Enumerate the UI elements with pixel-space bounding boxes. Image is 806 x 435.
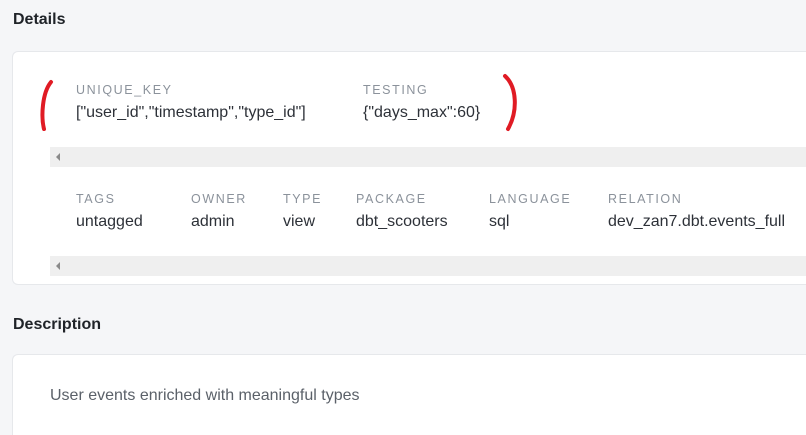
scroll-left-arrow-icon[interactable] — [56, 262, 60, 270]
field-value: dev_zan7.dbt.events_full — [608, 213, 786, 230]
field-label: PACKAGE — [356, 192, 427, 206]
scroll-left-arrow-icon[interactable] — [56, 153, 60, 161]
details-section-title: Details — [13, 11, 66, 28]
description-section-title: Description — [13, 316, 102, 333]
description-text: User events enriched with meaningful typ… — [50, 387, 360, 404]
config-field-testing: TESTING {"days_max":60} — [363, 83, 480, 122]
model-page: Details UNIQUE_KEY ["user_id","timestamp… — [0, 0, 806, 435]
field-value: ["user_id","timestamp","type_id"] — [76, 104, 306, 121]
right-bracket-annotation-icon — [503, 74, 517, 131]
field-label: TYPE — [283, 192, 323, 206]
meta-field-language: LANGUAGE sql — [489, 192, 571, 231]
meta-field-relation: RELATION dev_zan7.dbt.events_full — [608, 192, 785, 231]
field-label: TESTING — [363, 83, 429, 97]
description-panel: User events enriched with meaningful typ… — [12, 354, 806, 435]
field-label: OWNER — [191, 192, 247, 206]
meta-field-type: TYPE view — [283, 192, 322, 231]
field-label: TAGS — [76, 192, 116, 206]
horizontal-scrollbar[interactable] — [50, 256, 806, 276]
field-value: view — [283, 213, 316, 230]
field-value: {"days_max":60} — [363, 104, 481, 121]
left-bracket-annotation-icon — [40, 80, 53, 131]
field-value: sql — [489, 213, 510, 230]
horizontal-scrollbar[interactable] — [50, 147, 806, 167]
meta-field-tags: TAGS untagged — [76, 192, 143, 231]
field-value: admin — [191, 213, 235, 230]
meta-field-owner: OWNER admin — [191, 192, 247, 231]
field-label: LANGUAGE — [489, 192, 572, 206]
field-label: RELATION — [608, 192, 683, 206]
details-panel: UNIQUE_KEY ["user_id","timestamp","type_… — [12, 51, 806, 285]
field-label: UNIQUE_KEY — [76, 83, 173, 97]
config-field-unique-key: UNIQUE_KEY ["user_id","timestamp","type_… — [76, 83, 306, 122]
field-value: dbt_scooters — [356, 213, 448, 230]
meta-field-package: PACKAGE dbt_scooters — [356, 192, 448, 231]
field-value: untagged — [76, 213, 143, 230]
